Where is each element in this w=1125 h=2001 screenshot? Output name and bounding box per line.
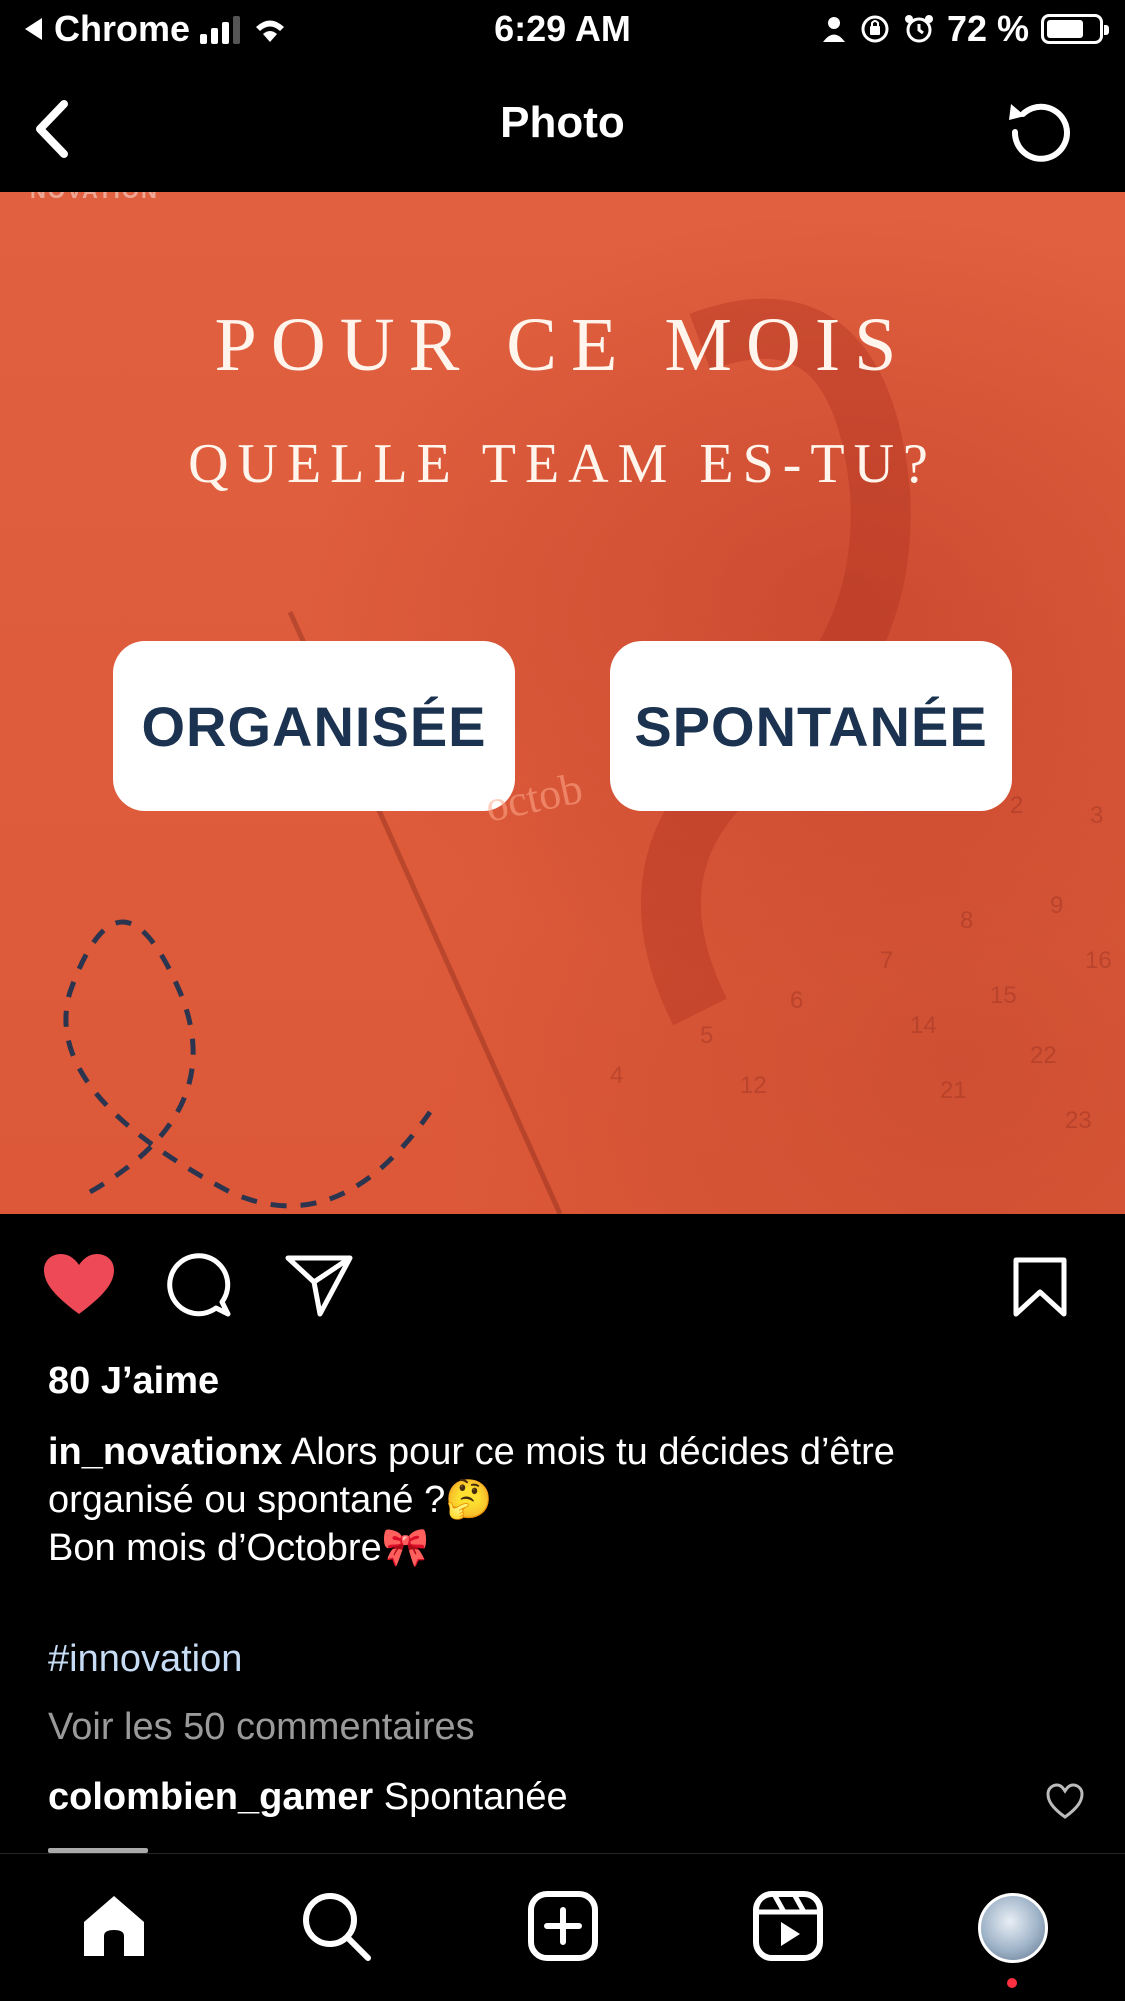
page-title: Photo: [500, 98, 625, 147]
calendar-digit: 23: [1065, 1107, 1092, 1134]
calendar-digit: 21: [940, 1077, 967, 1104]
calendar-digit: 5: [700, 1022, 714, 1049]
caption-text-line2: organisé ou spontané ?🤔: [48, 1479, 493, 1521]
calendar-digit: 4: [610, 1062, 624, 1089]
calendar-digit: 3: [1090, 802, 1104, 829]
image-subline: QUELLE TEAM ES-TU?: [188, 433, 937, 495]
home-icon[interactable]: [78, 1890, 150, 1962]
like-count[interactable]: 80 J’aime: [48, 1360, 219, 1403]
bookmark-icon[interactable]: [1012, 1256, 1068, 1318]
bottom-tab-bar: [0, 1853, 1125, 2001]
comment-text: Spontanée: [383, 1776, 568, 1818]
calendar-digit: 15: [990, 982, 1017, 1009]
battery-percent: 72 %: [946, 8, 1029, 49]
new-post-icon[interactable]: [527, 1890, 599, 1962]
calendar-digit: 2: [1010, 792, 1024, 819]
post-image[interactable]: NOVATION POUR CE MOIS QUELLE TEAM ES-TU?…: [0, 192, 1125, 1214]
calendar-digit: 9: [1050, 892, 1064, 919]
caption-username[interactable]: in_novationx: [48, 1431, 282, 1473]
caption-text-line3: Bon mois d’Octobre🎀: [48, 1527, 430, 1569]
alarm-icon: [904, 15, 933, 43]
status-right: 72 %: [821, 8, 1109, 50]
comment-row: colombien_gamer Spontanée: [48, 1776, 568, 1819]
person-icon: [822, 17, 845, 42]
comment-icon[interactable]: [166, 1252, 232, 1318]
next-comment-partial: [48, 1840, 188, 1854]
like-heart-icon[interactable]: [42, 1252, 116, 1318]
calendar-digit: 14: [910, 1012, 937, 1039]
brand-logo: NOVATION: [30, 192, 159, 204]
refresh-icon[interactable]: [1003, 92, 1075, 164]
caption-text-line1: Alors pour ce mois tu décides d’être: [290, 1431, 895, 1473]
calendar-digit: 16: [1085, 947, 1112, 974]
calendar-digit: 12: [740, 1072, 767, 1099]
option-spontanee: SPONTANÉE: [610, 641, 1012, 811]
hashtag-link[interactable]: #innovation: [48, 1638, 242, 1681]
reels-icon[interactable]: [752, 1890, 824, 1962]
profile-avatar[interactable]: [978, 1893, 1048, 1963]
battery-icon: [1041, 14, 1109, 44]
option-organisee: ORGANISÉE: [113, 641, 515, 811]
comment-username[interactable]: colombien_gamer: [48, 1776, 373, 1818]
calendar-digit: 6: [790, 987, 804, 1014]
profile-notification-dot: [1007, 1978, 1017, 1988]
calendar-digit: 8: [960, 907, 974, 934]
calendar-digit: 22: [1030, 1042, 1057, 1069]
comment-like-icon[interactable]: [1045, 1782, 1085, 1822]
top-nav: Photo: [0, 62, 1125, 192]
status-bar: Chrome 6:29 AM 72 %: [0, 0, 1125, 62]
view-comments-link[interactable]: Voir les 50 commentaires: [48, 1706, 475, 1749]
orientation-lock-icon: [861, 15, 889, 43]
image-headline: POUR CE MOIS: [214, 303, 911, 387]
calendar-digit: 7: [880, 947, 894, 974]
post-actions: [0, 1214, 1125, 1354]
search-icon[interactable]: [300, 1890, 372, 1962]
share-send-icon[interactable]: [284, 1252, 354, 1318]
post-caption: in_novationx Alors pour ce mois tu décid…: [48, 1428, 1088, 1572]
